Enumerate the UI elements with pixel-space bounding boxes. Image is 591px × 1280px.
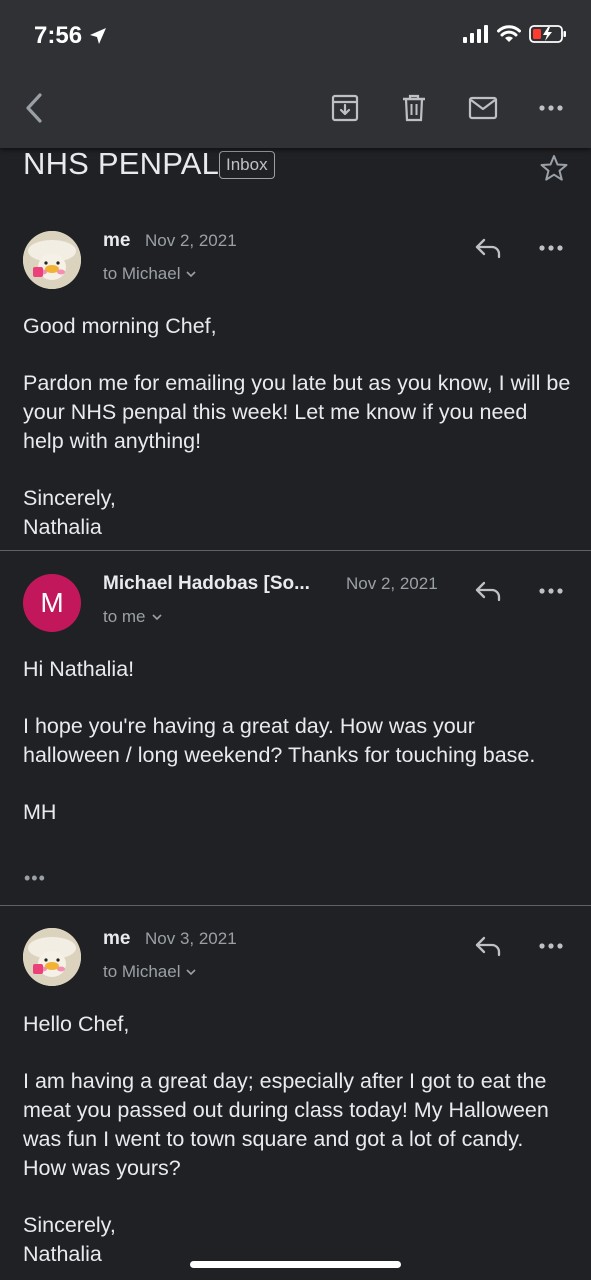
- recipient-line: to Michael: [103, 264, 181, 283]
- reply-icon: [475, 936, 501, 957]
- message-divider: [0, 550, 591, 551]
- recipient-details[interactable]: to me: [103, 607, 162, 627]
- reply-icon: [475, 581, 501, 602]
- subject-row: NHS PENPAL Inbox: [23, 146, 568, 198]
- archive-button[interactable]: [325, 88, 365, 128]
- body-paragraph: I am having a great day; especially afte…: [23, 1069, 549, 1180]
- recipient-line: to Michael: [103, 962, 181, 981]
- chevron-down-icon: [151, 613, 162, 620]
- body-paragraph: Hello Chef,: [23, 1012, 130, 1036]
- avatar[interactable]: [23, 231, 81, 289]
- message-divider: [0, 905, 591, 906]
- inbox-label-chip[interactable]: Inbox: [219, 151, 275, 179]
- chevron-down-icon: [186, 270, 197, 277]
- body-paragraph: Pardon me for emailing you late but as y…: [23, 371, 571, 453]
- top-app-bar: 7:56: [0, 0, 591, 148]
- body-signature: Sincerely, Nathalia: [23, 1212, 116, 1266]
- reply-button[interactable]: [470, 230, 506, 266]
- recipient-line: to me: [103, 607, 146, 626]
- avatar[interactable]: [23, 928, 81, 986]
- status-icons: [463, 24, 567, 44]
- body-paragraph: I hope you're having a great day. How wa…: [23, 714, 536, 768]
- back-button[interactable]: [14, 88, 54, 128]
- message-more-button[interactable]: [533, 928, 569, 964]
- sender-name: me: [103, 928, 131, 949]
- avatar[interactable]: M: [23, 574, 81, 632]
- chevron-down-icon: [186, 968, 197, 975]
- body-paragraph: Good morning Chef,: [23, 314, 217, 338]
- clock: 7:56: [34, 22, 83, 49]
- star-button[interactable]: [540, 154, 568, 187]
- more-options-button[interactable]: [531, 88, 571, 128]
- message-more-button[interactable]: [533, 573, 569, 609]
- reply-icon: [475, 238, 501, 259]
- avatar-letter: M: [40, 587, 64, 618]
- recipient-details[interactable]: to Michael: [103, 962, 197, 982]
- duck-avatar-icon: [23, 928, 81, 986]
- delete-button[interactable]: [394, 88, 434, 128]
- status-bar-time: 7:56: [34, 22, 108, 50]
- message-body: Hello Chef, I am having a great day; esp…: [23, 1010, 571, 1268]
- trash-icon: [403, 94, 425, 122]
- message-date: Nov 2, 2021: [145, 231, 237, 250]
- more-icon: [539, 588, 563, 594]
- mark-unread-button[interactable]: [463, 88, 503, 128]
- body-paragraph: Hi Nathalia!: [23, 657, 135, 681]
- star-icon: [540, 155, 568, 181]
- cellular-signal-icon: [463, 25, 488, 43]
- mail-icon: [468, 96, 498, 120]
- body-signature: Sincerely, Nathalia: [23, 486, 116, 539]
- show-trimmed-content-button[interactable]: •••: [24, 868, 46, 889]
- battery-charging-icon: [529, 25, 566, 43]
- message-more-button[interactable]: [533, 230, 569, 266]
- more-icon: [539, 105, 563, 111]
- back-arrow-icon: [26, 93, 42, 123]
- sender-name: Michael Hadobas [So...: [103, 573, 310, 594]
- wifi-icon: [497, 25, 521, 42]
- sender-name: me: [103, 230, 131, 251]
- archive-icon: [331, 94, 359, 122]
- body-signature: MH: [23, 800, 57, 825]
- recipient-details[interactable]: to Michael: [103, 264, 197, 284]
- location-arrow-icon: [90, 28, 107, 44]
- message-date: Nov 3, 2021: [145, 929, 237, 948]
- message-date: Nov 2, 2021: [346, 574, 438, 593]
- more-icon: [539, 943, 563, 949]
- email-subject: NHS PENPAL: [23, 146, 220, 181]
- reply-button[interactable]: [470, 928, 506, 964]
- home-indicator[interactable]: [190, 1261, 401, 1268]
- reply-button[interactable]: [470, 573, 506, 609]
- message-body: Good morning Chef, Pardon me for emailin…: [23, 312, 571, 542]
- message-body: Hi Nathalia! I hope you're having a grea…: [23, 655, 571, 827]
- duck-avatar-icon: [23, 231, 81, 289]
- more-icon: [539, 245, 563, 251]
